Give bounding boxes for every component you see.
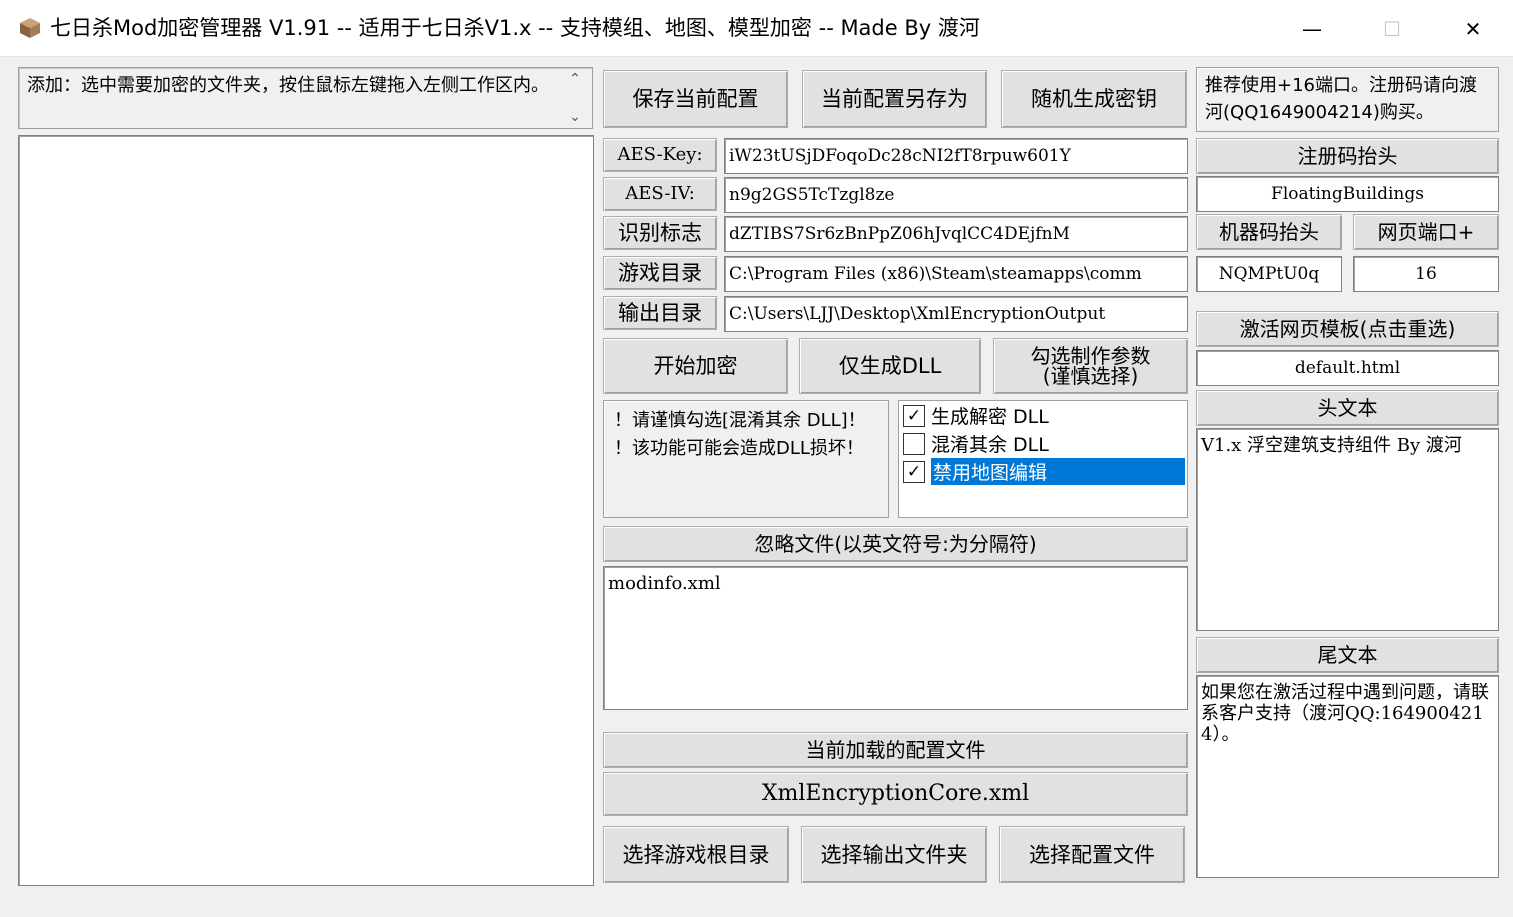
minimize-button[interactable]: — [1272, 0, 1352, 57]
game-dir-label: 游戏目录 [603, 256, 717, 290]
save-config-as-button[interactable]: 当前配置另存为 [802, 70, 987, 128]
game-dir-input[interactable]: C:\Program Files (x86)\Steam\steamapps\c… [724, 256, 1188, 292]
random-key-button[interactable]: 随机生成密钥 [1001, 70, 1187, 128]
select-params-line2: (谨慎选择) [1042, 364, 1139, 388]
checkbox-checked-icon[interactable]: ✓ [903, 460, 925, 483]
select-params-line1: 勾选制作参数 [1030, 344, 1151, 368]
options-checklist: ✓ 生成解密 DLL 混淆其余 DLL ✓ 禁用地图编辑 [898, 400, 1188, 518]
option-obfuscate-other-dll[interactable]: 混淆其余 DLL [903, 430, 1185, 457]
hint-box: 添加：选中需要加密的文件夹，按住鼠标左键拖入左侧工作区内。 ⌃ ⌄ [18, 67, 593, 129]
maximize-button[interactable]: ☐ [1352, 0, 1432, 57]
aes-key-input[interactable]: iW23tUSjDFoqoDc28cNI2fT8rpuw601Y [724, 138, 1188, 174]
reg-code-input[interactable]: FloatingBuildings [1196, 176, 1499, 212]
dll-warning-box: ！请谨慎勾选[混淆其余 DLL]！ ！该功能可能会造成DLL损坏！ [603, 400, 889, 518]
web-port-label: 网页端口+ [1353, 214, 1499, 250]
aes-key-label: AES-Key: [603, 138, 717, 172]
only-dll-button[interactable]: 仅生成DLL [799, 338, 981, 394]
app-box-icon [20, 18, 40, 38]
scroll-down-icon[interactable]: ⌄ [569, 109, 581, 125]
select-output-folder-button[interactable]: 选择输出文件夹 [801, 826, 987, 883]
save-config-button[interactable]: 保存当前配置 [603, 70, 788, 128]
id-flag-input[interactable]: dZTIBS7Sr6zBnPpZ06hJvqlCC4DEjfnM [724, 216, 1188, 252]
activation-template-button[interactable]: 激活网页模板(点击重选) [1196, 311, 1499, 347]
select-params-button[interactable]: 勾选制作参数 (谨慎选择) [993, 338, 1188, 394]
scroll-up-icon[interactable]: ⌃ [569, 71, 581, 87]
reg-code-header: 注册码抬头 [1196, 138, 1499, 174]
warning-line-1: ！请谨慎勾选[混淆其余 DLL]！ [614, 410, 866, 431]
tail-text-input[interactable]: 如果您在激活过程中遇到问题，请联系客户支持（渡河QQ:1649004214）。 [1196, 675, 1499, 878]
work-area-drop-zone[interactable] [18, 135, 594, 886]
hint-text: 添加：选中需要加密的文件夹，按住鼠标左键拖入左侧工作区内。 [27, 75, 549, 96]
option-disable-map-edit[interactable]: ✓ 禁用地图编辑 [903, 458, 1185, 485]
ignore-files-input[interactable]: modinfo.xml [603, 566, 1188, 710]
head-text-input[interactable]: V1.x 浮空建筑支持组件 By 渡河 [1196, 428, 1499, 631]
loaded-config-header: 当前加载的配置文件 [603, 732, 1188, 768]
head-text-header: 头文本 [1196, 390, 1499, 426]
close-button[interactable]: ✕ [1433, 0, 1513, 57]
registration-notice: 推荐使用+16端口。注册码请向渡河(QQ1649004214)购买。 [1196, 67, 1499, 132]
web-port-input[interactable]: 16 [1353, 256, 1499, 292]
tail-text-header: 尾文本 [1196, 637, 1499, 673]
option-label: 生成解密 DLL [931, 406, 1049, 428]
title-bar: 七日杀Mod加密管理器 V1.91 -- 适用于七日杀V1.x -- 支持模组、… [0, 0, 1513, 57]
aes-iv-input[interactable]: n9g2GS5TcTzgl8ze [724, 177, 1188, 213]
window-title: 七日杀Mod加密管理器 V1.91 -- 适用于七日杀V1.x -- 支持模组、… [50, 16, 980, 40]
select-config-file-button[interactable]: 选择配置文件 [999, 826, 1185, 883]
loaded-config-file: XmlEncryptionCore.xml [603, 772, 1188, 816]
output-dir-label: 输出目录 [603, 296, 717, 330]
ignore-files-header: 忽略文件(以英文符号:为分隔符) [603, 526, 1188, 562]
start-encrypt-button[interactable]: 开始加密 [603, 338, 788, 394]
warning-line-2: ！该功能可能会造成DLL损坏！ [614, 438, 864, 459]
activation-template-file[interactable]: default.html [1196, 350, 1499, 386]
option-label: 混淆其余 DLL [931, 434, 1049, 456]
machine-code-header: 机器码抬头 [1196, 214, 1342, 250]
checkbox-unchecked-icon[interactable] [903, 432, 925, 455]
output-dir-input[interactable]: C:\Users\LJJ\Desktop\XmlEncryptionOutput [724, 296, 1188, 332]
hint-scrollbar[interactable]: ⌃ ⌄ [561, 71, 589, 125]
machine-code-input[interactable]: NQMPtU0q [1196, 256, 1342, 292]
id-flag-label: 识别标志 [603, 216, 717, 250]
checkbox-checked-icon[interactable]: ✓ [903, 404, 925, 427]
option-label: 禁用地图编辑 [931, 458, 1185, 485]
select-game-root-button[interactable]: 选择游戏根目录 [603, 826, 789, 883]
aes-iv-label: AES-IV: [603, 177, 717, 211]
option-generate-decrypt-dll[interactable]: ✓ 生成解密 DLL [903, 402, 1185, 429]
